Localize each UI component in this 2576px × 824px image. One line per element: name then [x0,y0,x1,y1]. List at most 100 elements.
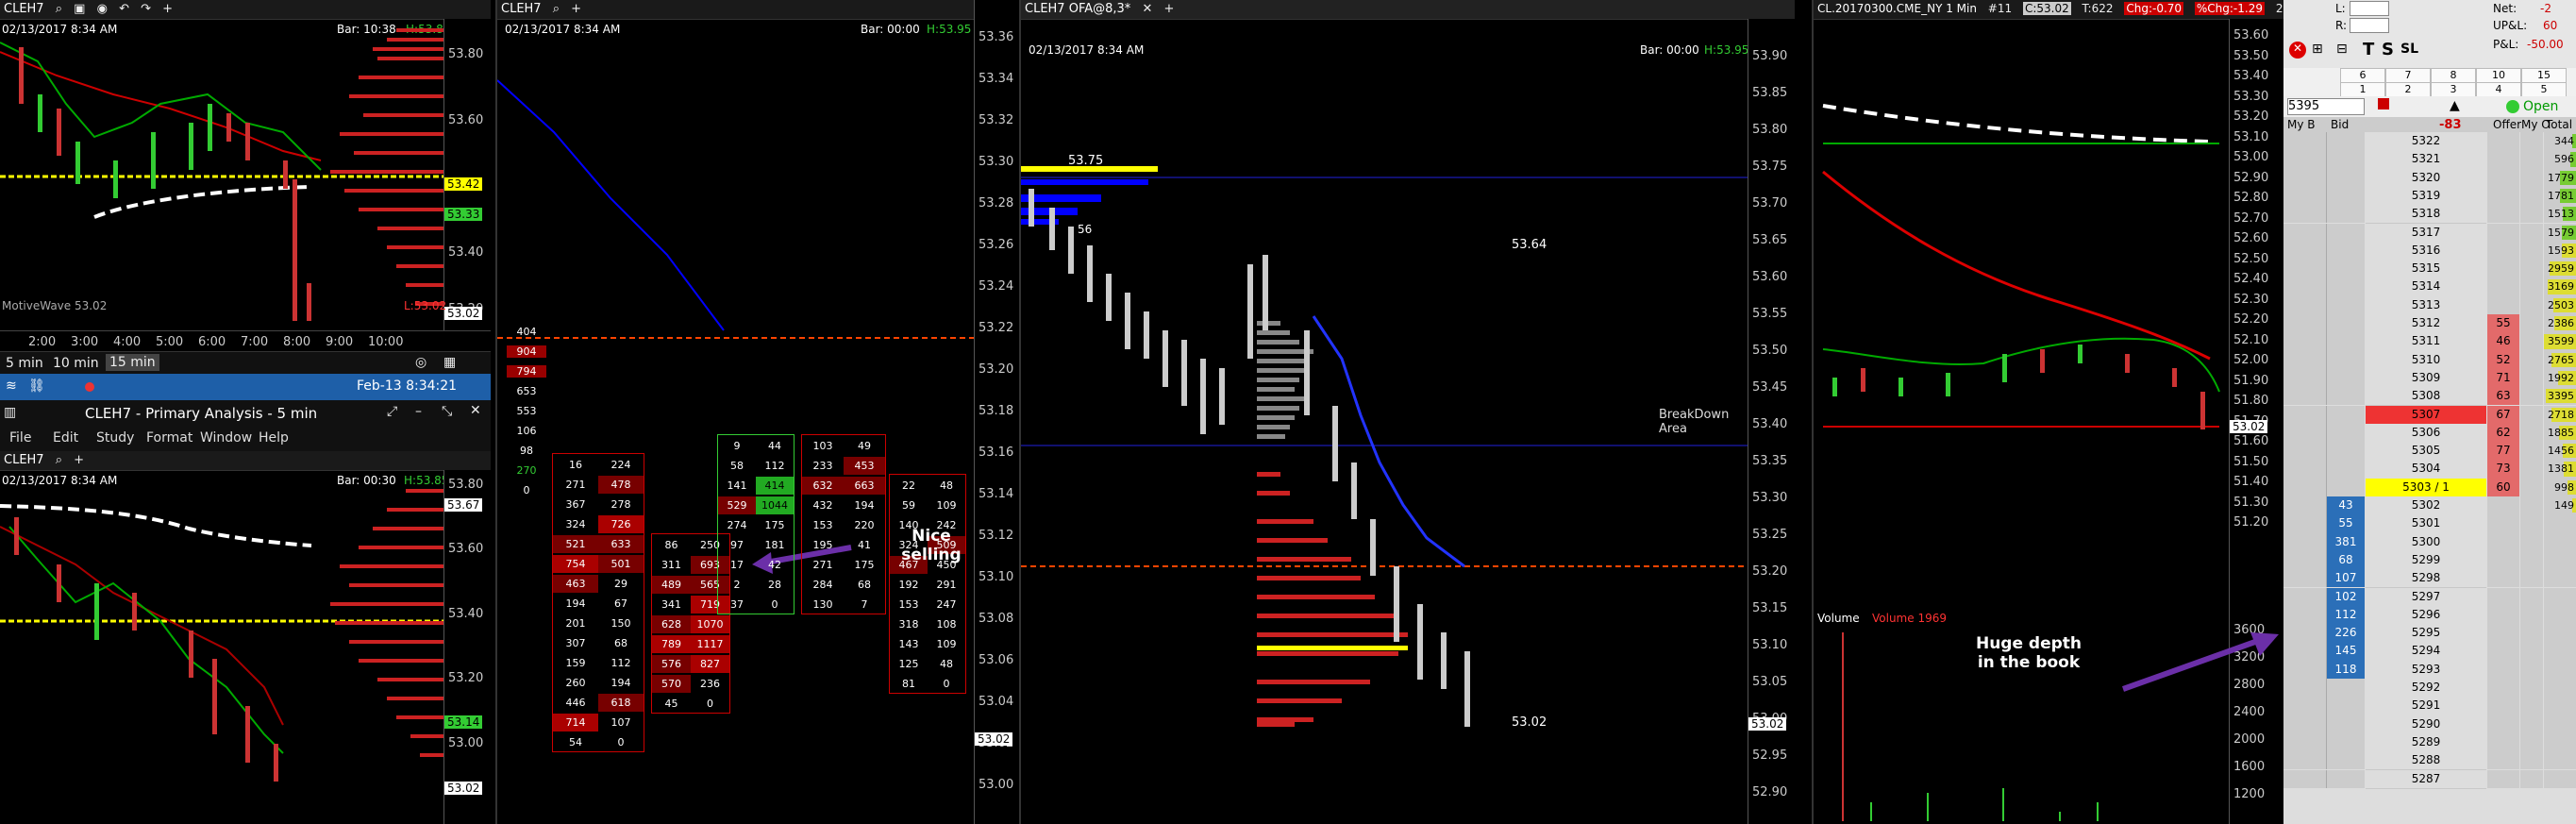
search-icon[interactable]: ⌕ [56,453,62,467]
offer-cell[interactable] [2487,715,2519,733]
ladder-row[interactable]: 5312 55 2386 [2283,314,2576,334]
ladder-row[interactable]: 68 5299 [2283,550,2576,571]
offer-cell[interactable]: 73 [2487,460,2519,479]
my-bid-cell[interactable] [2283,295,2327,314]
price-cell[interactable]: 5304 [2366,460,2486,479]
quantity-preset[interactable]: 8 [2431,68,2476,83]
my-bid-cell[interactable] [2283,314,2327,333]
price-cell[interactable]: 5292 [2366,679,2486,698]
price-cell[interactable]: 5294 [2366,642,2486,662]
my-bid-cell[interactable] [2283,624,2327,643]
my-offer-cell[interactable] [2520,732,2543,752]
ladder-row[interactable]: 5292 [2283,679,2576,698]
bid-cell[interactable] [2327,368,2365,388]
offer-cell[interactable] [2487,496,2519,515]
my-bid-cell[interactable] [2283,368,2327,388]
my-offer-cell[interactable] [2520,642,2543,661]
ladder-row[interactable]: 5306 62 1885 [2283,423,2576,444]
bid-cell[interactable] [2327,150,2365,169]
offer-cell[interactable] [2487,223,2519,242]
price-cell[interactable]: 5287 [2366,769,2486,789]
my-bid-cell[interactable] [2283,605,2327,625]
offer-cell[interactable] [2487,514,2519,533]
quantity-preset[interactable]: 1 [2340,82,2385,97]
quantity-preset[interactable]: 5 [2521,82,2567,97]
price-cell[interactable]: 5300 [2366,532,2486,552]
ladder-row[interactable]: 5307 67 2718 [2283,405,2576,425]
my-bid-cell[interactable] [2283,168,2327,187]
ladder-row[interactable]: 5318 1513 [2283,205,2576,225]
ladder-row[interactable]: 145 5294 [2283,642,2576,662]
offer-cell[interactable] [2487,277,2519,296]
offer-cell[interactable] [2487,569,2519,588]
ladder-row[interactable]: 5304 73 1381 [2283,460,2576,479]
ladder-row[interactable]: 5303 / 1 60 998 [2283,478,2576,497]
my-bid-cell[interactable] [2283,132,2327,151]
bid-cell[interactable] [2327,132,2365,151]
my-offer-cell[interactable] [2520,168,2543,187]
price-cell[interactable]: 5309 [2366,368,2486,389]
symbol-select[interactable]: CLEH7 [4,2,44,16]
bid-cell[interactable] [2327,168,2365,187]
bid-cell[interactable] [2327,423,2365,443]
chevron-up-icon[interactable]: ▲ [2450,98,2460,113]
t-button[interactable]: T [2363,40,2374,59]
menu-window[interactable]: Window [200,430,252,446]
my-offer-cell[interactable] [2520,332,2543,351]
bid-cell[interactable] [2327,405,2365,424]
price-chart-2[interactable] [0,470,443,824]
offer-cell[interactable]: 52 [2487,350,2519,369]
ladder-row[interactable]: 5309 71 1992 [2283,368,2576,389]
ladder-row[interactable]: 5322 344 [2283,132,2576,152]
my-offer-cell[interactable] [2520,587,2543,606]
ladder-row[interactable]: 381 5300 [2283,532,2576,552]
price-cell[interactable]: 5318 [2366,205,2486,225]
my-bid-cell[interactable] [2283,732,2327,752]
offer-cell[interactable] [2487,624,2519,643]
my-bid-cell[interactable] [2283,697,2327,715]
my-offer-cell[interactable] [2520,423,2543,443]
offer-cell[interactable] [2487,150,2519,169]
my-bid-cell[interactable] [2283,186,2327,206]
price-cell[interactable]: 5314 [2366,277,2486,297]
my-offer-cell[interactable] [2520,150,2543,169]
my-bid-cell[interactable] [2283,514,2327,533]
my-offer-cell[interactable] [2520,624,2543,643]
my-bid-cell[interactable] [2283,205,2327,224]
one-min-chart[interactable] [1814,19,2229,824]
price-cell[interactable]: 5290 [2366,715,2486,734]
my-bid-cell[interactable] [2283,277,2327,296]
offer-cell[interactable] [2487,132,2519,151]
ladder-row[interactable]: 5317 1579 [2283,223,2576,243]
my-bid-cell[interactable] [2283,751,2327,770]
my-offer-cell[interactable] [2520,277,2543,296]
offer-cell[interactable] [2487,532,2519,551]
my-bid-cell[interactable] [2283,241,2327,261]
my-offer-cell[interactable] [2520,715,2543,733]
undo-icon[interactable]: ↶ [119,2,129,16]
my-bid-cell[interactable] [2283,569,2327,588]
bid-cell[interactable]: 68 [2327,550,2365,570]
my-offer-cell[interactable] [2520,405,2543,424]
menu-edit[interactable]: Edit [53,430,78,446]
price-cell[interactable]: 5288 [2366,751,2486,771]
my-bid-cell[interactable] [2283,350,2327,369]
my-offer-cell[interactable] [2520,368,2543,388]
menu-study[interactable]: Study [96,430,134,446]
price-cell[interactable]: 5305 [2366,442,2486,462]
bid-cell[interactable] [2327,478,2365,496]
ladder-row[interactable]: 5314 3169 [2283,277,2576,297]
bid-cell[interactable] [2327,697,2365,715]
my-offer-cell[interactable] [2520,550,2543,570]
my-offer-cell[interactable] [2520,697,2543,715]
bid-cell[interactable]: 145 [2327,642,2365,661]
bid-cell[interactable]: 43 [2327,496,2365,515]
ladder-row[interactable]: 5313 2503 [2283,295,2576,315]
ladder-row[interactable]: 102 5297 [2283,587,2576,607]
offer-cell[interactable]: 55 [2487,314,2519,333]
minimize-icon[interactable]: – [415,404,422,419]
price-cell[interactable]: 5301 [2366,514,2486,534]
quantity-preset[interactable]: 10 [2476,68,2521,83]
close-icon[interactable]: ✕ [470,403,481,418]
my-bid-cell[interactable] [2283,550,2327,570]
